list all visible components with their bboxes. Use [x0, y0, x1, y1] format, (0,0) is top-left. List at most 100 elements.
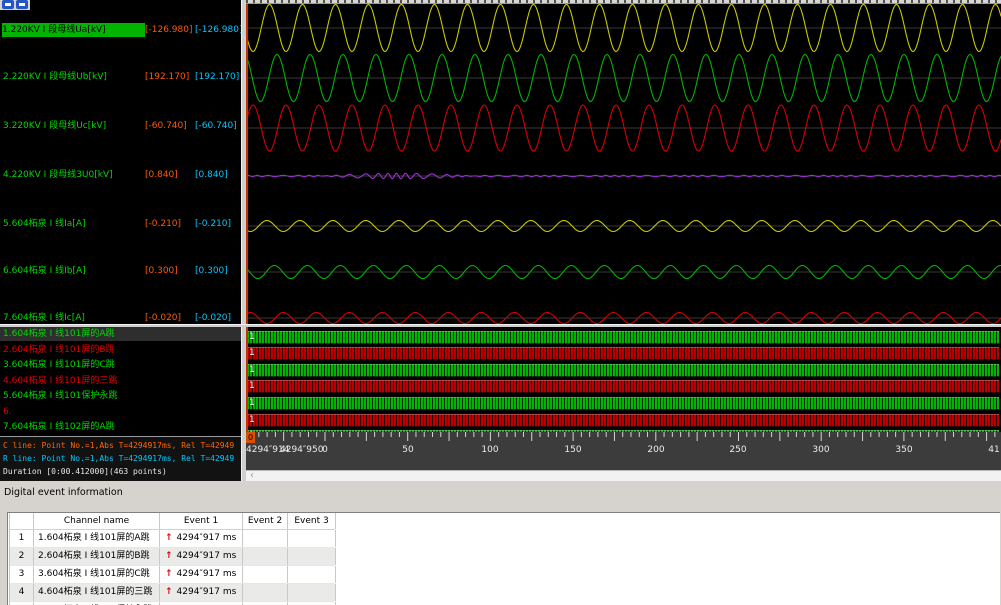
ruler-tick-label: 100 [481, 445, 498, 455]
ruler-tick-label: 300 [812, 445, 829, 455]
cursor-status-panel: C line: Point No.=1,Abs T=4294917ms, Rel… [0, 436, 241, 481]
clipped-title-strip [246, 0, 1001, 4]
event1-cell: ↑ 4294″917 ms [160, 566, 243, 583]
r-line-status: R line: Point No.=1,Abs T=4294917ms, Rel… [3, 452, 238, 465]
event-panel: Channel nameEvent 1Event 2Event 311.604柘… [7, 512, 1000, 605]
digital-trace-value: 1 [249, 380, 255, 393]
digital-channel-row[interactable]: 5.604柘泉 I 线101保护永跳 [0, 389, 241, 403]
cursor-line[interactable] [246, 0, 248, 326]
event-channel-name: 2.604柘泉 I 线101屏的B跳 [34, 548, 160, 565]
analog-channel-row[interactable]: 5.604柘泉 I 线Ia[A][-0.210][-0.210] [0, 217, 241, 231]
digital-channel-row[interactable]: 7.604柘泉 I 线102屏的A跳 [0, 420, 241, 434]
cursor-line-digital[interactable] [246, 326, 248, 432]
digital-trace-value: 1 [249, 397, 255, 410]
digital-channel-row[interactable]: 6. [0, 405, 241, 419]
analog-cursor-value-r: [-0.020] [195, 311, 231, 325]
event-row-number: 1 [10, 530, 34, 547]
event-channel-name: 3.604柘泉 I 线101屏的C跳 [34, 566, 160, 583]
cursor-position-marker[interactable]: 0 [246, 432, 255, 443]
digital-trace-bar: 1 [247, 331, 999, 344]
analog-channel-row[interactable]: 1.220KV I 段母线Ua[kV][-126.980][-126.980] [0, 23, 241, 37]
digital-channel-list: 1.604柘泉 I 线101屏的A跳 2.604柘泉 I 线101屏的B跳3.60… [0, 326, 241, 436]
digital-trace-pane[interactable]: 1111111 [246, 326, 1001, 432]
event-table-row[interactable]: 33.604柘泉 I 线101屏的C跳 ↑ 4294″917 ms [10, 566, 335, 584]
event3-cell [288, 548, 336, 565]
analog-channel-name: 6.604柘泉 I 线Ib[A] [3, 264, 86, 278]
app-icon-strip [0, 0, 30, 10]
event-table-header-cell: Event 3 [288, 513, 336, 529]
analog-cursor-value-r: [192.170] [195, 70, 239, 84]
waveform-pane[interactable] [246, 0, 1001, 326]
digital-trace-value: 1 [249, 331, 255, 344]
analog-cursor-value-c: [-0.020] [145, 311, 181, 325]
digital-trace-value: 1 [249, 347, 255, 360]
analog-channel-row[interactable]: 3.220KV I 段母线Uc[kV] [-60.740] [-60.740] [0, 119, 241, 133]
event3-cell [288, 566, 336, 583]
horizontal-splitter[interactable] [0, 324, 1001, 327]
event-table-row[interactable]: 22.604柘泉 I 线101屏的B跳↑4294″917 ms [10, 548, 335, 566]
digital-trace-bar: 1 [247, 397, 999, 410]
digital-channel-row[interactable]: 4.604柘泉 I 线101屏的三跳 [0, 374, 241, 388]
event1-time: 4294″917 ms [177, 533, 237, 543]
wave-hscrollbar[interactable]: ‹ [246, 470, 1001, 481]
event-table-row[interactable]: 11.604柘泉 I 线101屏的A跳↑4294″917 ms [10, 530, 335, 548]
vertical-splitter[interactable] [241, 0, 246, 481]
digital-trace-bar: 1 [247, 347, 999, 360]
event3-cell [288, 530, 336, 547]
analog-cursor-value-c: [0.840] [145, 168, 178, 182]
event-row-number: 3 [10, 566, 34, 583]
event1-time: 4294″917 ms [177, 569, 237, 579]
rising-edge-arrow-icon: ↑ [165, 569, 173, 579]
analog-channel-name: 1.220KV I 段母线Ua[kV] [2, 23, 145, 37]
event1-cell: ↑4294″917 ms [160, 548, 243, 565]
analog-channel-name: 5.604柘泉 I 线Ia[A] [3, 217, 86, 231]
ruler-tick-label: 350 [895, 445, 912, 455]
event-table-header-row: Channel nameEvent 1Event 2Event 3 [10, 513, 335, 530]
analog-cursor-value-c: [-60.740] [145, 119, 187, 133]
ruler-tick-label: 41 [988, 445, 999, 455]
event-row-number: 2 [10, 548, 34, 565]
rising-edge-arrow-icon: ↑ [165, 533, 173, 543]
event1-cell: ↑ 4294″917 ms [160, 584, 243, 601]
digital-channel-row[interactable]: 1.604柘泉 I 线101屏的A跳 [0, 327, 241, 341]
analog-cursor-value-r: [-0.210] [195, 217, 231, 231]
analog-channel-name: 4.220KV I 段母线3U0[kV] [3, 168, 113, 182]
ruler-tick-label: 0 [322, 445, 328, 455]
time-ruler[interactable]: 0 4294″9144294″9500501001502002503003504… [246, 432, 1001, 470]
event3-cell [288, 584, 336, 601]
analog-cursor-value-r: [0.300] [195, 264, 228, 278]
duration-status: Duration [0:00.412000](463 points) [3, 465, 238, 478]
event-table-row[interactable]: 44.604柘泉 I 线101屏的三跳 ↑ 4294″917 ms [10, 584, 335, 602]
event2-cell [243, 548, 288, 565]
waveform-plot [246, 0, 1001, 326]
scroll-left-arrow-icon[interactable]: ‹ [250, 470, 254, 481]
event-channel-name: 4.604柘泉 I 线101屏的三跳 [34, 584, 160, 601]
event1-cell: ↑ 4294″917 ms [160, 530, 243, 547]
analog-channel-name: 3.220KV I 段母线Uc[kV] [3, 119, 106, 133]
app-icon-2[interactable] [16, 0, 28, 9]
event-table-header-cell [10, 513, 34, 529]
digital-trace-bar: 1 [247, 414, 999, 427]
analog-channel-row[interactable]: 2.220KV I 段母线Ub[kV] [192.170] [192.170] [0, 70, 241, 84]
event-table-header-cell: Event 2 [243, 513, 288, 529]
ruler-tick-label: 250 [729, 445, 746, 455]
analog-cursor-value-r: [-60.740] [195, 119, 237, 133]
event1-time: 4294″917 ms [177, 587, 237, 597]
digital-event-table: Channel nameEvent 1Event 2Event 311.604柘… [9, 513, 335, 605]
rising-edge-arrow-icon: ↑ [165, 587, 173, 597]
analog-channel-row[interactable]: 4.220KV I 段母线3U0[kV][0.840][0.840] [0, 168, 241, 182]
ruler-tick-label: 150 [564, 445, 581, 455]
analog-channel-name: 2.220KV I 段母线Ub[kV] [3, 70, 107, 84]
analog-channel-row[interactable]: 6.604柘泉 I 线Ib[A][0.300][0.300] [0, 264, 241, 278]
analog-cursor-value-r: [-126.980] [195, 23, 241, 37]
ruler-ticks [246, 432, 1001, 444]
analog-channel-row[interactable]: 7.604柘泉 I 线Ic[A][-0.020][-0.020] [0, 311, 241, 325]
event-table-header-cell: Channel name [34, 513, 160, 529]
digital-channel-row[interactable]: 3.604柘泉 I 线101屏的C跳 [0, 358, 241, 372]
app-icon-1[interactable] [2, 0, 14, 9]
digital-channel-row[interactable]: 2.604柘泉 I 线101屏的B跳 [0, 343, 241, 357]
event-row-number: 4 [10, 584, 34, 601]
ruler-tick-label: 200 [647, 445, 664, 455]
analog-cursor-value-c: [192.170] [145, 70, 189, 84]
event2-cell [243, 530, 288, 547]
